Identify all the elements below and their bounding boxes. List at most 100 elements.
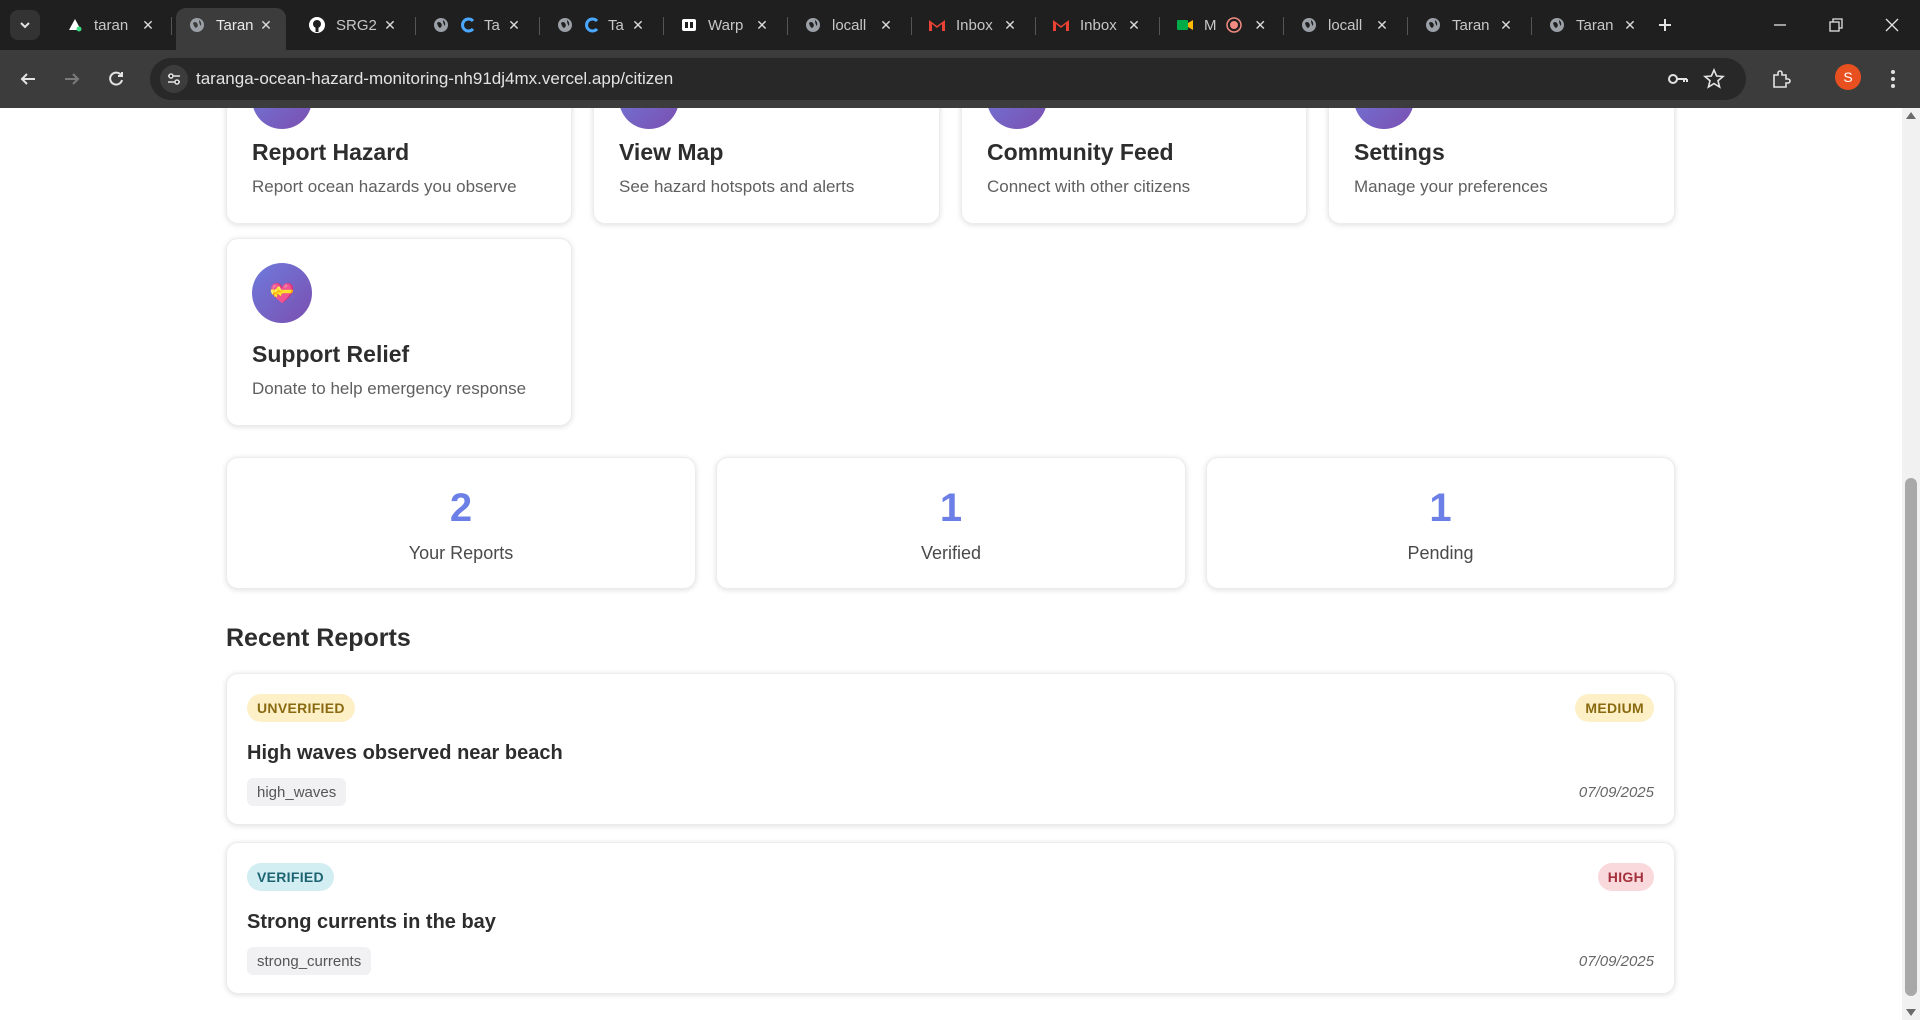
stat-card-your-reports: 2 Your Reports xyxy=(226,457,696,589)
browser-tab[interactable]: Taran ✕ xyxy=(1536,8,1650,42)
browser-tab[interactable]: locall ✕ xyxy=(1288,8,1402,42)
stat-value: 1 xyxy=(1429,486,1452,530)
triangle-logo-icon xyxy=(66,16,84,34)
browser-tab[interactable]: Inbox ✕ xyxy=(916,8,1030,42)
tab-title: Taran xyxy=(1452,16,1490,34)
hazard-type-tag: high_waves xyxy=(247,778,347,806)
tab-title: Warp xyxy=(708,16,744,34)
browser-tab[interactable]: Ta ✕ xyxy=(544,8,658,42)
reload-button[interactable] xyxy=(100,63,132,95)
plus-icon xyxy=(1659,19,1671,31)
arrow-right-icon xyxy=(65,73,80,85)
globe-icon xyxy=(1548,16,1566,34)
restore-button[interactable] xyxy=(1808,0,1864,50)
close-icon[interactable]: ✕ xyxy=(256,15,276,35)
c-logo-icon xyxy=(584,16,602,34)
action-card-support-relief[interactable]: 💝 Support Relief Donate to help emergenc… xyxy=(226,238,572,426)
forward-button[interactable] xyxy=(56,63,88,95)
hazard-type-tag: strong_currents xyxy=(247,947,372,975)
browser-tab[interactable]: M ✕ xyxy=(1164,8,1278,42)
tab-title: Taran xyxy=(1576,16,1614,34)
globe-icon xyxy=(556,16,574,34)
status-badge: UNVERIFIED xyxy=(247,694,355,722)
report-card[interactable]: UNVERIFIED MEDIUM High waves observed ne… xyxy=(226,673,1675,825)
tab-separator xyxy=(1283,17,1284,35)
tab-title: Ta xyxy=(608,16,624,34)
action-title: View Map xyxy=(619,139,724,165)
page-viewport: Report Hazard Report ocean hazards you o… xyxy=(0,108,1902,1020)
tune-icon xyxy=(168,73,180,85)
close-icon[interactable]: ✕ xyxy=(752,15,772,35)
action-icon-circle xyxy=(1354,108,1414,129)
restore-icon xyxy=(1829,18,1843,32)
action-description: Donate to help emergency response xyxy=(252,379,527,398)
browser-tab-active[interactable]: Taran ✕ xyxy=(176,8,286,50)
close-icon[interactable]: ✕ xyxy=(1372,15,1392,35)
new-tab-button[interactable] xyxy=(1652,12,1678,38)
meet-icon xyxy=(1176,16,1194,34)
status-badge: VERIFIED xyxy=(247,863,334,891)
close-icon[interactable]: ✕ xyxy=(1496,15,1516,35)
close-icon[interactable]: ✕ xyxy=(380,15,400,35)
browser-tab[interactable]: Warp ✕ xyxy=(668,8,782,42)
tab-separator xyxy=(1159,17,1160,35)
gmail-icon xyxy=(1052,16,1070,34)
stat-label: Pending xyxy=(1407,543,1474,563)
action-description: Report ocean hazards you observe xyxy=(252,177,517,196)
close-window-button[interactable] xyxy=(1864,0,1920,50)
action-card-community-feed[interactable]: Community Feed Connect with other citize… xyxy=(961,108,1307,224)
close-icon[interactable]: ✕ xyxy=(876,15,896,35)
stat-value: 1 xyxy=(939,486,963,530)
tab-separator xyxy=(171,17,172,35)
action-card-report-hazard[interactable]: Report Hazard Report ocean hazards you o… xyxy=(226,108,572,224)
tab-title: SRG2 xyxy=(336,16,377,34)
close-icon[interactable]: ✕ xyxy=(628,15,648,35)
extensions-button[interactable] xyxy=(1765,63,1797,95)
tab-separator xyxy=(539,17,540,35)
site-info-button[interactable] xyxy=(160,65,188,93)
tab-separator xyxy=(1407,17,1408,35)
browser-tab[interactable]: Taran ✕ xyxy=(1412,8,1526,42)
stat-value: 2 xyxy=(449,486,473,530)
report-date: 07/09/2025 xyxy=(1578,784,1654,801)
tab-title: Ta xyxy=(484,16,500,34)
page-scrollbar[interactable] xyxy=(1902,108,1920,1020)
action-description: Manage your preferences xyxy=(1354,177,1548,196)
browser-tab[interactable]: Ta ✕ xyxy=(420,8,534,42)
arrow-left-icon xyxy=(20,73,35,85)
close-icon[interactable]: ✕ xyxy=(1000,15,1020,35)
scroll-up-arrow-icon[interactable] xyxy=(1906,112,1916,119)
profile-avatar[interactable]: S xyxy=(1835,64,1861,90)
back-button[interactable] xyxy=(12,63,44,95)
globe-icon xyxy=(1424,16,1442,34)
stat-label: Verified xyxy=(920,543,982,563)
close-icon[interactable]: ✕ xyxy=(1620,15,1640,35)
browser-tab[interactable]: SRG2 ✕ xyxy=(296,8,410,42)
tab-title: locall xyxy=(832,16,867,34)
address-bar[interactable]: taranga-ocean-hazard-monitoring-nh91dj4m… xyxy=(150,58,1746,100)
close-icon[interactable]: ✕ xyxy=(504,15,524,35)
browser-tab[interactable]: taran ✕ xyxy=(54,8,168,42)
tab-search-button[interactable] xyxy=(10,10,40,40)
close-icon[interactable]: ✕ xyxy=(1253,15,1269,35)
bookmark-button[interactable] xyxy=(1702,67,1726,91)
minimize-button[interactable] xyxy=(1752,0,1808,50)
action-card-settings[interactable]: Settings Manage your preferences xyxy=(1328,108,1675,224)
action-title: Report Hazard xyxy=(252,139,410,165)
close-icon[interactable]: ✕ xyxy=(1124,15,1144,35)
c-logo-icon xyxy=(460,16,478,34)
browser-tab[interactable]: Inbox ✕ xyxy=(1040,8,1154,42)
scrollbar-thumb[interactable] xyxy=(1905,478,1917,996)
action-card-view-map[interactable]: View Map See hazard hotspots and alerts xyxy=(593,108,940,224)
tab-separator xyxy=(415,17,416,35)
browser-menu-button[interactable] xyxy=(1877,63,1909,95)
browser-tab[interactable]: locall ✕ xyxy=(792,8,906,42)
close-icon[interactable]: ✕ xyxy=(138,15,158,35)
section-title-recent-reports: Recent Reports xyxy=(226,624,411,652)
scroll-down-arrow-icon[interactable] xyxy=(1906,1009,1916,1016)
action-title: Support Relief xyxy=(252,341,410,367)
report-card[interactable]: VERIFIED HIGH Strong currents in the bay… xyxy=(226,842,1675,994)
action-description: Connect with other citizens xyxy=(987,177,1191,196)
password-key-button[interactable] xyxy=(1666,67,1690,91)
report-title: High waves observed near beach xyxy=(247,742,563,764)
